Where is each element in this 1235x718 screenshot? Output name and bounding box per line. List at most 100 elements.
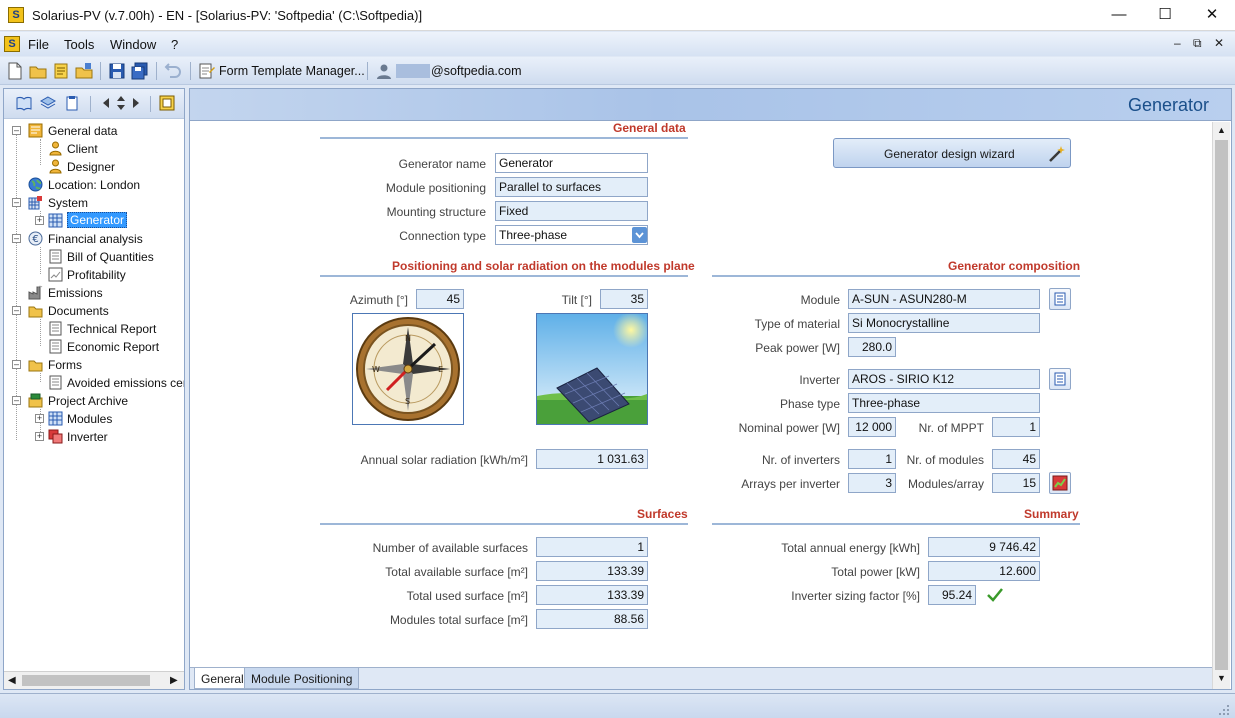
layers-icon[interactable]	[40, 95, 56, 111]
save-all-icon[interactable]	[131, 62, 149, 80]
inverter-list-button[interactable]	[1049, 368, 1071, 390]
form-template-manager-button[interactable]: Form Template Manager...	[219, 64, 365, 78]
peak-power-field[interactable]: 280.0	[848, 337, 896, 357]
total-used-surface-field[interactable]: 133.39	[536, 585, 648, 605]
tree-expander[interactable]: –	[12, 234, 21, 243]
arrow-left-icon[interactable]	[98, 95, 114, 111]
module-positioning-field[interactable]: Parallel to surfaces	[495, 177, 648, 197]
tab-general[interactable]: General	[194, 668, 251, 689]
tree-expander[interactable]: –	[12, 396, 21, 405]
tree-item-system[interactable]: System	[48, 196, 88, 210]
open-project-icon[interactable]	[75, 62, 93, 80]
main-vertical-scrollbar[interactable]: ▲ ▼	[1212, 122, 1230, 689]
undo-icon[interactable]	[164, 62, 182, 80]
tree-expander[interactable]: –	[12, 198, 21, 207]
tree-expander[interactable]: +	[35, 432, 44, 441]
total-available-surface-field[interactable]: 133.39	[536, 561, 648, 581]
inverter-field[interactable]: AROS - SIRIO K12	[848, 369, 1040, 389]
resize-grip-icon[interactable]	[1218, 704, 1230, 716]
tree-item-location[interactable]: Location: London	[48, 178, 140, 192]
tree-item-bill-of-quantities[interactable]: Bill of Quantities	[67, 250, 154, 264]
tree-item-technical-report[interactable]: Technical Report	[67, 322, 156, 336]
app-icon[interactable]: S	[8, 7, 24, 23]
annual-energy-field[interactable]: 9 746.42	[928, 537, 1040, 557]
total-power-field[interactable]: 12.600	[928, 561, 1040, 581]
new-file-icon[interactable]	[6, 62, 24, 80]
toolbar-separator	[100, 62, 101, 80]
modules-per-array-field[interactable]: 15	[992, 473, 1040, 493]
sizing-factor-field[interactable]: 95.24	[928, 585, 976, 605]
close-button[interactable]: ✕	[1189, 0, 1235, 31]
azimuth-input[interactable]: 45	[416, 289, 464, 309]
user-email[interactable]: @softpedia.com	[431, 64, 522, 78]
tree-item-documents[interactable]: Documents	[48, 304, 109, 318]
arrays-per-inverter-field[interactable]: 3	[848, 473, 896, 493]
connection-type-select[interactable]: Three-phase	[495, 225, 648, 245]
scroll-left-icon[interactable]: ◀	[8, 675, 16, 686]
panel-toggle-icon[interactable]	[159, 95, 175, 111]
phase-type-field[interactable]: Three-phase	[848, 393, 1040, 413]
tree-item-general-data[interactable]: General data	[48, 124, 117, 138]
open-folder-icon[interactable]	[29, 62, 47, 80]
tree-item-economic-report[interactable]: Economic Report	[67, 340, 159, 354]
tree-item-avoided-emissions[interactable]: Avoided emissions certif	[67, 376, 184, 390]
scroll-up-icon[interactable]: ▲	[1217, 125, 1226, 135]
nr-inverters-field[interactable]: 1	[848, 449, 896, 469]
material-field[interactable]: Si Monocrystalline	[848, 313, 1040, 333]
tree-expander[interactable]: –	[12, 360, 21, 369]
tree-item-designer[interactable]: Designer	[67, 160, 115, 174]
tree-item-generator[interactable]: Generator	[67, 212, 128, 228]
form-template-icon[interactable]	[198, 62, 216, 80]
open-book-icon[interactable]	[16, 95, 32, 111]
mdi-close-button[interactable]: ✕	[1214, 36, 1224, 50]
scroll-down-icon[interactable]: ▼	[1217, 673, 1226, 683]
tree-item-inverter[interactable]: Inverter	[67, 430, 108, 444]
available-surfaces-field[interactable]: 1	[536, 537, 648, 557]
mdi-restore-button[interactable]: ⧉	[1193, 36, 1202, 51]
tree-expander[interactable]: +	[35, 414, 44, 423]
clipboard-icon[interactable]	[64, 95, 80, 111]
redacted-username	[396, 64, 430, 78]
tree-expander[interactable]: +	[35, 216, 44, 225]
tab-module-positioning[interactable]: Module Positioning	[244, 668, 360, 689]
document-icon[interactable]: S	[4, 36, 20, 52]
mdi-minimize-button[interactable]: –	[1174, 36, 1181, 50]
save-icon[interactable]	[108, 62, 126, 80]
tree-item-client[interactable]: Client	[67, 142, 98, 156]
nr-modules-field[interactable]: 45	[992, 449, 1040, 469]
tree-item-forms[interactable]: Forms	[48, 358, 82, 372]
menu-help[interactable]: ?	[171, 37, 178, 52]
arrows-up-down-icon[interactable]	[113, 95, 129, 111]
tree-item-emissions[interactable]: Emissions	[48, 286, 103, 300]
module-field[interactable]: A-SUN - ASUN280-M	[848, 289, 1040, 309]
tree-item-financial-analysis[interactable]: Financial analysis	[48, 232, 143, 246]
scroll-right-icon[interactable]: ▶	[170, 675, 178, 686]
scroll-thumb[interactable]	[1215, 140, 1228, 670]
modules-total-surface-field[interactable]: 88.56	[536, 609, 648, 629]
scroll-thumb[interactable]	[22, 675, 150, 686]
menu-file[interactable]: File	[28, 37, 49, 52]
tree-horizontal-scrollbar[interactable]: ◀ ▶	[4, 671, 184, 689]
user-icon[interactable]	[375, 62, 393, 80]
maximize-button[interactable]: ☐	[1142, 0, 1188, 31]
tree-item-modules[interactable]: Modules	[67, 412, 112, 426]
tilt-input[interactable]: 35	[600, 289, 648, 309]
menu-window[interactable]: Window	[110, 37, 156, 52]
module-list-button[interactable]	[1049, 288, 1071, 310]
tree-expander[interactable]: –	[12, 306, 21, 315]
menu-tools[interactable]: Tools	[64, 37, 94, 52]
tree-item-profitability[interactable]: Profitability	[67, 268, 126, 282]
arrow-right-icon[interactable]	[128, 95, 144, 111]
array-configuration-button[interactable]	[1049, 472, 1071, 494]
chevron-down-icon[interactable]	[632, 227, 647, 243]
notes-icon[interactable]	[52, 62, 70, 80]
generator-name-input[interactable]: Generator	[495, 153, 648, 173]
tree-item-project-archive[interactable]: Project Archive	[48, 394, 128, 408]
mounting-structure-field[interactable]: Fixed	[495, 201, 648, 221]
nominal-power-field[interactable]: 12 000	[848, 417, 896, 437]
generator-design-wizard-button[interactable]: Generator design wizard	[833, 138, 1071, 168]
annual-radiation-field[interactable]: 1 031.63	[536, 449, 648, 469]
tree-expander[interactable]: –	[12, 126, 21, 135]
mppt-field[interactable]: 1	[992, 417, 1040, 437]
minimize-button[interactable]: —	[1096, 0, 1142, 31]
